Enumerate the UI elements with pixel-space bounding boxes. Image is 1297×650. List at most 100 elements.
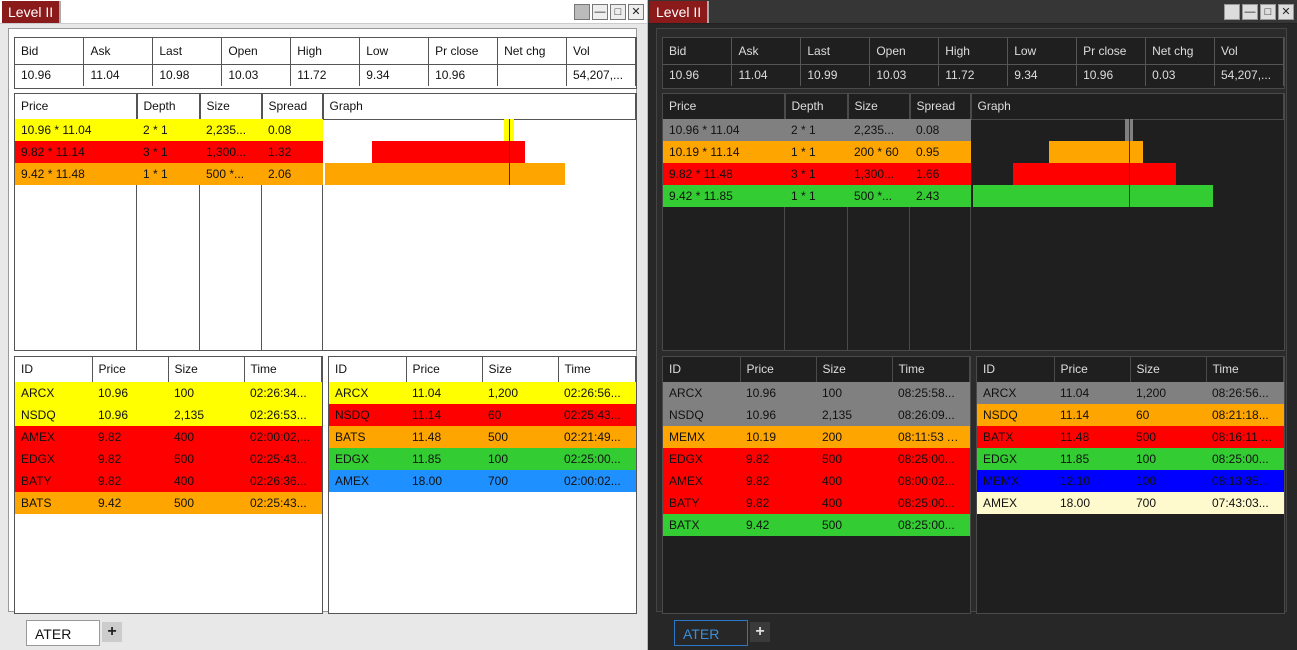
quote-header[interactable]: Low xyxy=(359,38,430,65)
bids-cell-id: EDGX xyxy=(669,452,704,466)
asks-header[interactable]: ID xyxy=(329,357,407,383)
bids-row[interactable]: AMEX 9.82 400 02:00:02,... xyxy=(15,426,322,448)
quote-header[interactable]: Ask xyxy=(83,38,154,65)
quote-header[interactable]: Bid xyxy=(663,38,733,65)
asks-row[interactable]: MEMX 12.10 100 08:13:35... xyxy=(977,470,1284,492)
quote-header[interactable]: Vol xyxy=(566,38,636,65)
close-button[interactable]: ✕ xyxy=(1278,4,1294,20)
book-row[interactable]: 9.82 * 11.14 3 * 1 1,300... 1.32 xyxy=(15,141,323,163)
minimize-button[interactable]: — xyxy=(592,4,608,20)
bids-header[interactable]: Price xyxy=(740,357,817,383)
bids-row[interactable]: BATY 9.82 400 08:25:00... xyxy=(663,492,970,514)
pin-button[interactable] xyxy=(1224,4,1240,20)
maximize-button[interactable]: □ xyxy=(1260,4,1276,20)
quote-header[interactable]: Pr close xyxy=(1076,38,1147,65)
asks-cell-id: EDGX xyxy=(983,452,1018,466)
book-header[interactable]: Spread xyxy=(262,94,324,120)
title-bar[interactable]: Level II — □ ✕ xyxy=(648,0,1297,24)
asks-header[interactable]: Size xyxy=(1130,357,1207,383)
quote-header[interactable]: Open xyxy=(221,38,292,65)
quote-value-row: 10.96 11.04 10.98 10.03 11.72 9.34 10.96 54,207… xyxy=(15,64,636,86)
title-bar[interactable]: Level II — □ ✕ xyxy=(0,0,647,24)
bids-row[interactable]: NSDQ 10.96 2,135 08:26:09... xyxy=(663,404,970,426)
tab-ater[interactable]: ATER xyxy=(26,620,100,646)
quote-value: 9.34 xyxy=(359,64,430,86)
quote-header[interactable]: Last xyxy=(800,38,871,65)
bids-header[interactable]: ID xyxy=(663,357,741,383)
book-header[interactable]: Price xyxy=(15,94,138,120)
asks-row[interactable]: NSDQ 11.14 60 08:21:18... xyxy=(977,404,1284,426)
book-header[interactable]: Size xyxy=(200,94,263,120)
book-row[interactable]: 10.19 * 11.14 1 * 1 200 * 60 0.95 xyxy=(663,141,971,163)
bids-row[interactable]: EDGX 9.82 500 02:25:43... xyxy=(15,448,322,470)
asks-row[interactable]: EDGX 11.85 100 08:25:00... xyxy=(977,448,1284,470)
quote-header[interactable]: Ask xyxy=(731,38,802,65)
asks-row[interactable]: EDGX 11.85 100 02:25:00... xyxy=(329,448,636,470)
book-row[interactable]: 9.82 * 11.48 3 * 1 1,300... 1.66 xyxy=(663,163,971,185)
book-row[interactable]: 9.42 * 11.48 1 * 1 500 *... 2.06 xyxy=(15,163,323,185)
quote-value xyxy=(497,64,567,86)
book-header[interactable]: Price xyxy=(663,94,786,120)
asks-row[interactable]: AMEX 18.00 700 02:00:02... xyxy=(329,470,636,492)
asks-row[interactable]: BATX 11.48 500 08:16:11 AM xyxy=(977,426,1284,448)
add-tab-button[interactable]: + xyxy=(750,622,770,642)
bids-cell-price: 9.82 xyxy=(746,474,770,488)
bids-cell-size: 400 xyxy=(822,474,843,488)
book-header[interactable]: Graph xyxy=(323,94,636,120)
bids-header[interactable]: Size xyxy=(168,357,245,383)
asks-row[interactable]: ARCX 11.04 1,200 02:26:56... xyxy=(329,382,636,404)
asks-row[interactable]: ARCX 11.04 1,200 08:26:56... xyxy=(977,382,1284,404)
pin-button[interactable] xyxy=(574,4,590,20)
minimize-button[interactable]: — xyxy=(1242,4,1258,20)
bids-row[interactable]: AMEX 9.82 400 08:00:02... xyxy=(663,470,970,492)
quote-header[interactable]: Last xyxy=(152,38,223,65)
quote-header[interactable]: Net chg xyxy=(497,38,567,65)
book-header[interactable]: Graph xyxy=(971,94,1284,120)
book-header[interactable]: Spread xyxy=(910,94,972,120)
quote-header[interactable]: Low xyxy=(1007,38,1078,65)
bids-header[interactable]: Price xyxy=(92,357,169,383)
quote-header[interactable]: High xyxy=(290,38,361,65)
bids-row[interactable]: MEMX 10.19 200 08:11:53 AM xyxy=(663,426,970,448)
tab-ater[interactable]: ATER xyxy=(674,620,748,646)
quote-header[interactable]: Open xyxy=(869,38,940,65)
close-button[interactable]: ✕ xyxy=(628,4,644,20)
bids-cell-price: 10.96 xyxy=(98,408,129,422)
quote-header[interactable]: Vol xyxy=(1214,38,1284,65)
bids-row[interactable]: BATS 9.42 500 02:25:43... xyxy=(15,492,322,514)
quote-header[interactable]: Net chg xyxy=(1145,38,1215,65)
quote-header[interactable]: Pr close xyxy=(428,38,499,65)
asks-header[interactable]: Size xyxy=(482,357,559,383)
book-header[interactable]: Depth xyxy=(137,94,201,120)
asks-row[interactable]: BATS 11.48 500 02:21:49... xyxy=(329,426,636,448)
quote-header[interactable]: Bid xyxy=(15,38,85,65)
bids-row[interactable]: BATX 9.42 500 08:25:00... xyxy=(663,514,970,536)
asks-header[interactable]: Price xyxy=(1054,357,1131,383)
book-row[interactable]: 10.96 * 11.04 2 * 1 2,235... 0.08 xyxy=(663,119,971,141)
asks-header[interactable]: ID xyxy=(977,357,1055,383)
bids-header[interactable]: ID xyxy=(15,357,93,383)
bids-header[interactable]: Time xyxy=(892,357,970,383)
asks-header[interactable]: Time xyxy=(558,357,636,383)
quote-header[interactable]: High xyxy=(938,38,1009,65)
book-header[interactable]: Depth xyxy=(785,94,849,120)
asks-header[interactable]: Time xyxy=(1206,357,1284,383)
maximize-button[interactable]: □ xyxy=(610,4,626,20)
quote-value: 11.04 xyxy=(83,64,154,86)
bids-cell-id: AMEX xyxy=(669,474,704,488)
bids-header[interactable]: Size xyxy=(816,357,893,383)
bids-row[interactable]: BATY 9.82 400 02:26:36... xyxy=(15,470,322,492)
bids-row[interactable]: EDGX 9.82 500 08:25:00... xyxy=(663,448,970,470)
asks-row[interactable]: AMEX 18.00 700 07:43:03... xyxy=(977,492,1284,514)
bids-row[interactable]: NSDQ 10.96 2,135 02:26:53... xyxy=(15,404,322,426)
book-header[interactable]: Size xyxy=(848,94,911,120)
bids-row[interactable]: ARCX 10.96 100 02:26:34... xyxy=(15,382,322,404)
book-row[interactable]: 9.42 * 11.85 1 * 1 500 *... 2.43 xyxy=(663,185,971,207)
bids-row[interactable]: ARCX 10.96 100 08:25:58... xyxy=(663,382,970,404)
book-row[interactable]: 10.96 * 11.04 2 * 1 2,235... 0.08 xyxy=(15,119,323,141)
asks-cell-size: 100 xyxy=(1136,452,1157,466)
asks-row[interactable]: NSDQ 11.14 60 02:25:43... xyxy=(329,404,636,426)
asks-header[interactable]: Price xyxy=(406,357,483,383)
bids-header[interactable]: Time xyxy=(244,357,322,383)
add-tab-button[interactable]: + xyxy=(102,622,122,642)
